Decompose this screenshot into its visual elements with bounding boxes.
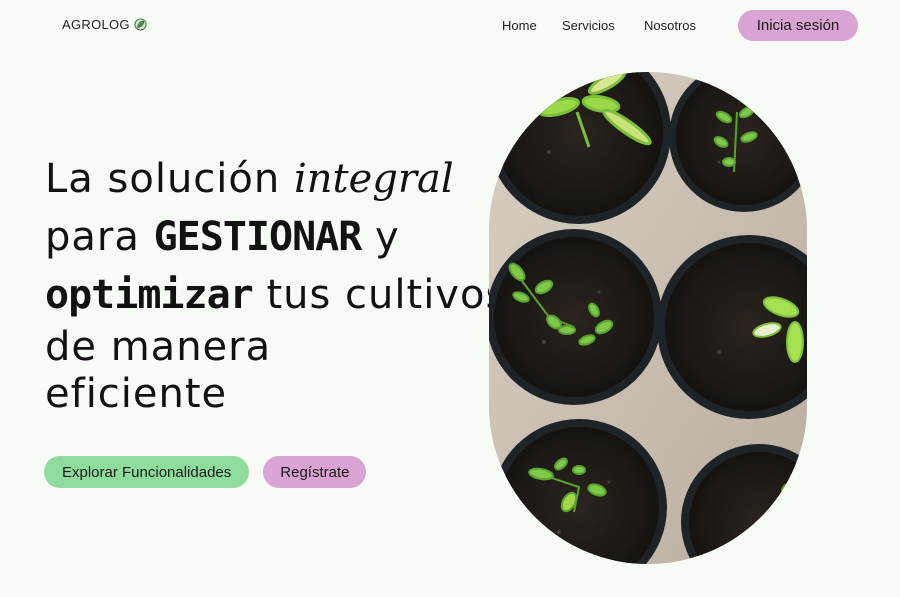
top-nav: AGROLOG Home Servicios Nosotros Inicia s… [0, 0, 900, 52]
explore-features-button[interactable]: Explorar Funcionalidades [44, 456, 250, 488]
hero-title-line-1: La solución integral [45, 150, 485, 208]
seedlings-photo [489, 72, 807, 564]
hero-title-line-5: eficiente [45, 371, 228, 417]
hero-title-text: para [45, 214, 154, 260]
seedlings-illustration [489, 72, 807, 564]
pot-middle-left [489, 229, 662, 405]
hero-title: La solución integral para GESTIONAR y op… [45, 150, 506, 418]
nav-link-home[interactable]: Home [502, 18, 537, 33]
hero-title-text: y [361, 214, 400, 260]
brand-name: AGROLOG [62, 17, 130, 32]
hero-title-emphasis-gestionar: GESTIONAR [153, 214, 363, 260]
nav-link-servicios[interactable]: Servicios [562, 18, 615, 33]
brand-logo[interactable]: AGROLOG [62, 17, 147, 32]
login-button[interactable]: Inicia sesión [738, 10, 858, 41]
cta-group: Explorar Funcionalidades Regístrate [44, 456, 367, 488]
hero-title-emphasis-optimizar: optimizar [45, 272, 254, 318]
hero-title-line-3: optimizar tus cultivos [45, 266, 506, 324]
register-button[interactable]: Regístrate [263, 456, 367, 488]
leaf-icon [134, 18, 147, 31]
hero-title-line-4: de manera [45, 324, 272, 370]
hero-title-text: La solución [45, 156, 294, 202]
hero-title-line-2: para GESTIONAR y [45, 208, 485, 266]
hero-title-text: tus cultivos [252, 272, 508, 318]
nav-link-nosotros[interactable]: Nosotros [644, 18, 696, 33]
hero-title-emphasis-integral: integral [293, 156, 454, 202]
